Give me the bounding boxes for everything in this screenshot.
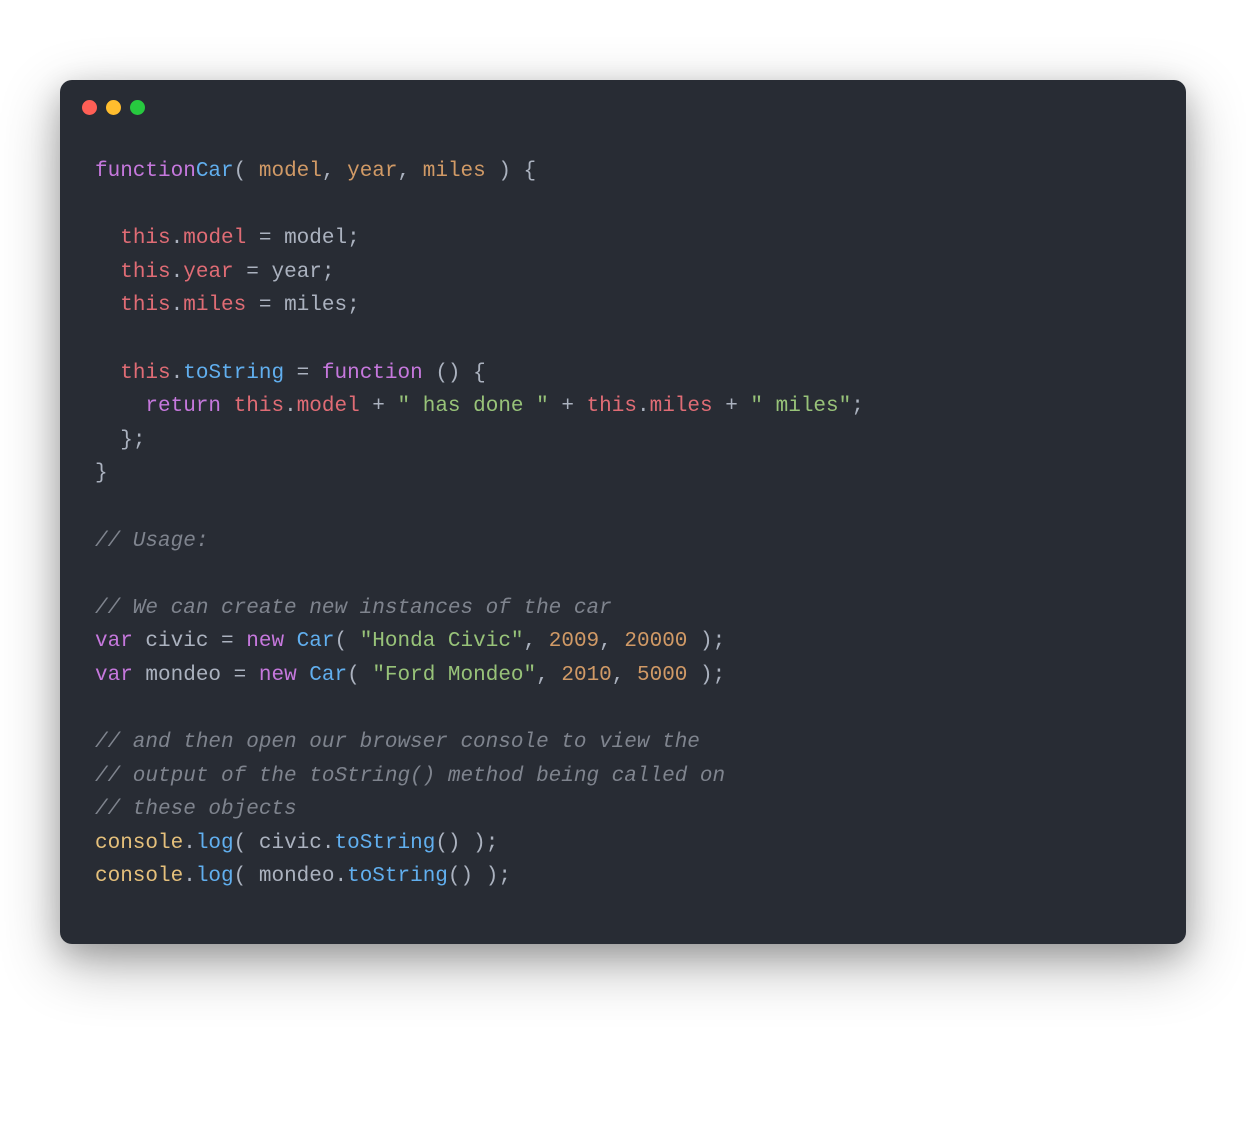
object-console: console: [95, 832, 183, 855]
string-literal: " miles": [750, 395, 851, 418]
property: model: [297, 395, 360, 418]
method: toString: [347, 865, 448, 888]
keyword-var: var: [95, 664, 133, 687]
comment: // these objects: [95, 798, 297, 821]
maximize-icon[interactable]: [130, 100, 145, 115]
comment: // Usage:: [95, 530, 208, 553]
keyword-return: return: [145, 395, 221, 418]
keyword-this: this: [120, 362, 170, 385]
keyword-this: this: [234, 395, 284, 418]
number-literal: 2010: [561, 664, 611, 687]
param: model: [259, 160, 322, 183]
param: year: [347, 160, 397, 183]
number-literal: 5000: [637, 664, 687, 687]
object-console: console: [95, 865, 183, 888]
comment: // output of the toString() method being…: [95, 765, 725, 788]
method-log: log: [196, 832, 234, 855]
close-icon[interactable]: [82, 100, 97, 115]
constructor: Car: [309, 664, 347, 687]
titlebar: [60, 80, 1186, 125]
keyword-new: new: [246, 630, 284, 653]
comment: // and then open our browser console to …: [95, 731, 700, 754]
property: miles: [650, 395, 713, 418]
keyword-this: this: [120, 294, 170, 317]
param: miles: [423, 160, 486, 183]
constructor: Car: [297, 630, 335, 653]
code-editor: functionCar( model, year, miles ) { this…: [60, 125, 1186, 944]
string-literal: "Honda Civic": [360, 630, 524, 653]
string-literal: " has done ": [398, 395, 549, 418]
comment: // We can create new instances of the ca…: [95, 597, 612, 620]
keyword-new: new: [259, 664, 297, 687]
keyword-function: function: [322, 362, 423, 385]
number-literal: 20000: [624, 630, 687, 653]
keyword-function: function: [95, 160, 196, 183]
minimize-icon[interactable]: [106, 100, 121, 115]
method: toString: [183, 362, 284, 385]
property: year: [183, 261, 233, 284]
number-literal: 2009: [549, 630, 599, 653]
keyword-var: var: [95, 630, 133, 653]
method-log: log: [196, 865, 234, 888]
keyword-this: this: [120, 227, 170, 250]
property: miles: [183, 294, 246, 317]
property: model: [183, 227, 246, 250]
string-literal: "Ford Mondeo": [372, 664, 536, 687]
method: toString: [334, 832, 435, 855]
keyword-this: this: [120, 261, 170, 284]
keyword-this: this: [587, 395, 637, 418]
function-name: Car: [196, 160, 234, 183]
code-window: functionCar( model, year, miles ) { this…: [60, 80, 1186, 944]
